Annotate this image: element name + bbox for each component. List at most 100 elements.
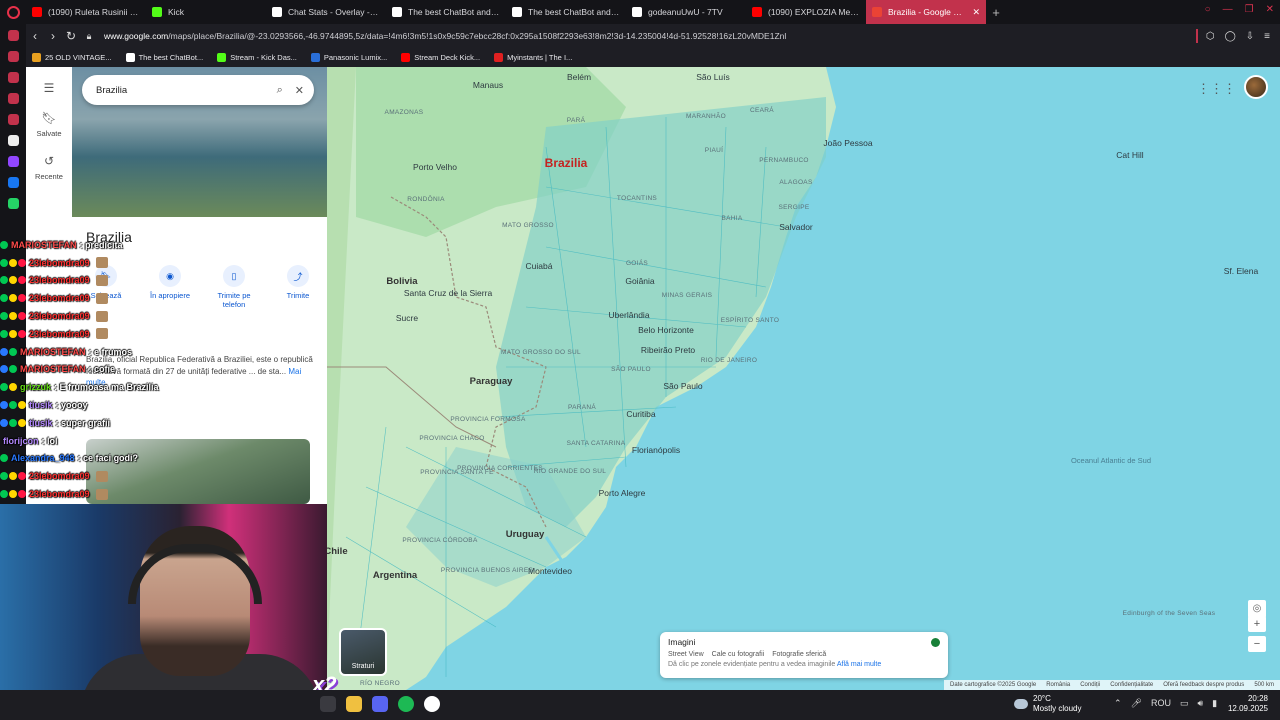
- attribution-item[interactable]: România: [1046, 682, 1070, 688]
- chat-message: 23lebomdra09: [0, 289, 200, 307]
- zoom-in-button[interactable]: +: [1248, 616, 1266, 632]
- map-label: PROVINCIA BUENOS AIRES: [440, 567, 534, 574]
- forward-icon[interactable]: ›: [44, 29, 62, 43]
- search-input[interactable]: Brazilia: [96, 85, 265, 96]
- profile-icon[interactable]: ◯: [1225, 31, 1236, 42]
- bookmark-item[interactable]: Panasonic Lumix...: [310, 53, 387, 62]
- tab-favicon-icon: [632, 7, 642, 17]
- layers-button[interactable]: Straturi: [339, 628, 387, 676]
- battery-icon[interactable]: ▮: [1212, 698, 1217, 709]
- maximize-icon[interactable]: ❐: [1245, 4, 1254, 15]
- browser-tab[interactable]: Chat Stats - Overlay - Kic: [266, 0, 386, 24]
- spotify-icon[interactable]: [398, 696, 414, 712]
- url-field[interactable]: www.google.com/maps/place/Brazilia/@-23.…: [104, 31, 1196, 41]
- tab-close-icon[interactable]: ✕: [972, 7, 980, 18]
- steam-icon[interactable]: [320, 696, 336, 712]
- bookmark-item[interactable]: 25 OLD VINTAGE...: [32, 53, 112, 62]
- bookmark-favicon-icon: [401, 53, 411, 62]
- back-icon[interactable]: ‹: [26, 29, 44, 43]
- browser-tab[interactable]: The best ChatBot and Wi: [386, 0, 506, 24]
- map-label: SÃO PAULO: [611, 366, 651, 373]
- network-icon[interactable]: ▭: [1180, 698, 1189, 709]
- browser-tab[interactable]: (1090) EXPLOZIA Merced: [746, 0, 866, 24]
- map-label: Sucre: [395, 313, 419, 323]
- zoom-out-button[interactable]: −: [1248, 636, 1266, 652]
- saved-button[interactable]: 🔖︎ Salvate: [36, 111, 61, 138]
- tab-favicon-icon: [512, 7, 522, 17]
- imagery-toggle[interactable]: [931, 638, 940, 647]
- wallet-icon[interactable]: [7, 72, 19, 83]
- bookmark-item[interactable]: Stream Deck Kick...: [401, 53, 480, 62]
- action-share[interactable]: ⤴ Trimite: [274, 265, 322, 309]
- whatsapp-icon[interactable]: [7, 198, 19, 209]
- bookmark-item[interactable]: The best ChatBot...: [125, 53, 204, 62]
- map-label: Manaus: [472, 80, 504, 90]
- badge-icon: [18, 312, 26, 321]
- badge-icon: [18, 294, 26, 303]
- obs-icon[interactable]: [424, 696, 440, 712]
- tab-favicon-icon: [872, 7, 882, 17]
- zoom-controls: + −: [1248, 616, 1266, 652]
- menu-button[interactable]: ☰: [44, 81, 55, 95]
- discord-icon[interactable]: [372, 696, 388, 712]
- map-label: ALAGOAS: [779, 179, 813, 186]
- bookmark-label: The best ChatBot...: [138, 53, 204, 62]
- attribution-item[interactable]: Confidențialitate: [1110, 682, 1153, 688]
- badge-icon: [9, 418, 17, 427]
- action-phone[interactable]: ▯ Trimite pe telefon: [210, 265, 258, 309]
- volume-icon[interactable]: 🔊︎: [1198, 698, 1204, 709]
- chat-username: 23lebomdra09: [29, 328, 90, 339]
- map-label: São Paulo: [663, 381, 703, 391]
- history-icon[interactable]: [7, 51, 19, 62]
- action-label: Trimite: [286, 291, 310, 300]
- twitch-icon[interactable]: [7, 156, 19, 167]
- lock-icon[interactable]: 🔒︎: [80, 31, 98, 42]
- google-apps-icon[interactable]: ⋮⋮⋮: [1197, 81, 1236, 97]
- music-icon[interactable]: [7, 114, 19, 125]
- aria-icon[interactable]: [7, 135, 19, 146]
- messenger-icon[interactable]: [7, 30, 19, 41]
- new-tab-button[interactable]: +: [986, 5, 1006, 20]
- file-explorer-icon[interactable]: [346, 696, 362, 712]
- weather-widget[interactable]: 20°C Mostly cloudy: [1014, 694, 1081, 713]
- tab-favicon-icon: [152, 7, 162, 17]
- flow-icon[interactable]: [7, 93, 19, 104]
- browser-tab[interactable]: godeanuUwU - 7TV: [626, 0, 746, 24]
- close-icon[interactable]: ✕: [295, 84, 304, 97]
- chat-username: 23lebomdra09: [29, 275, 90, 286]
- opera-logo-icon[interactable]: [0, 0, 26, 24]
- learn-more-link[interactable]: Află mai multe: [837, 661, 881, 668]
- browser-tab[interactable]: Kick: [146, 0, 266, 24]
- minimize-icon[interactable]: —: [1223, 4, 1233, 15]
- clock[interactable]: 20:28 12.09.2025: [1228, 694, 1268, 714]
- badge-icon: [18, 329, 26, 338]
- language-indicator[interactable]: ROU: [1151, 698, 1171, 709]
- tray-chevron-icon[interactable]: ⌃: [1114, 698, 1122, 709]
- search-icon[interactable]: ⌕: [277, 84, 283, 97]
- bookmark-item[interactable]: Stream - Kick Das...: [217, 53, 297, 62]
- badge-icon: [9, 258, 17, 267]
- chat-username: Alexandra_948: [11, 453, 75, 464]
- search-tabs-icon[interactable]: ○: [1205, 4, 1211, 15]
- account-avatar[interactable]: [1244, 75, 1268, 99]
- chat-badges: [0, 347, 17, 356]
- browser-tab[interactable]: Brazilia - Google Maps ✕: [866, 0, 986, 24]
- attribution-item[interactable]: Condiții: [1080, 682, 1100, 688]
- map-label: Chile: [324, 546, 348, 557]
- microphone-icon[interactable]: 🎤︎: [1131, 698, 1142, 709]
- recent-button[interactable]: ↺ Recente: [35, 154, 63, 181]
- browser-tab[interactable]: (1090) Ruleta Rusinii cu J: [26, 0, 146, 24]
- close-window-icon[interactable]: ✕: [1266, 4, 1274, 15]
- bookmark-item[interactable]: Myinstants | The I...: [494, 53, 572, 62]
- attribution-item[interactable]: Oferă feedback despre produs: [1163, 682, 1244, 688]
- menu-icon[interactable]: ≡: [1264, 31, 1270, 42]
- facebook-messenger-icon[interactable]: [7, 177, 19, 188]
- layers-label: Straturi: [351, 663, 375, 670]
- browser-tab[interactable]: The best ChatBot and Wi: [506, 0, 626, 24]
- extensions-icon[interactable]: ⬡: [1206, 31, 1215, 42]
- download-icon[interactable]: ⇩: [1246, 31, 1254, 42]
- badge-icon: [0, 312, 8, 321]
- search-box[interactable]: Brazilia ⌕ ✕: [82, 75, 314, 105]
- chat-badges: [0, 418, 26, 427]
- reload-icon[interactable]: ↻: [62, 29, 80, 43]
